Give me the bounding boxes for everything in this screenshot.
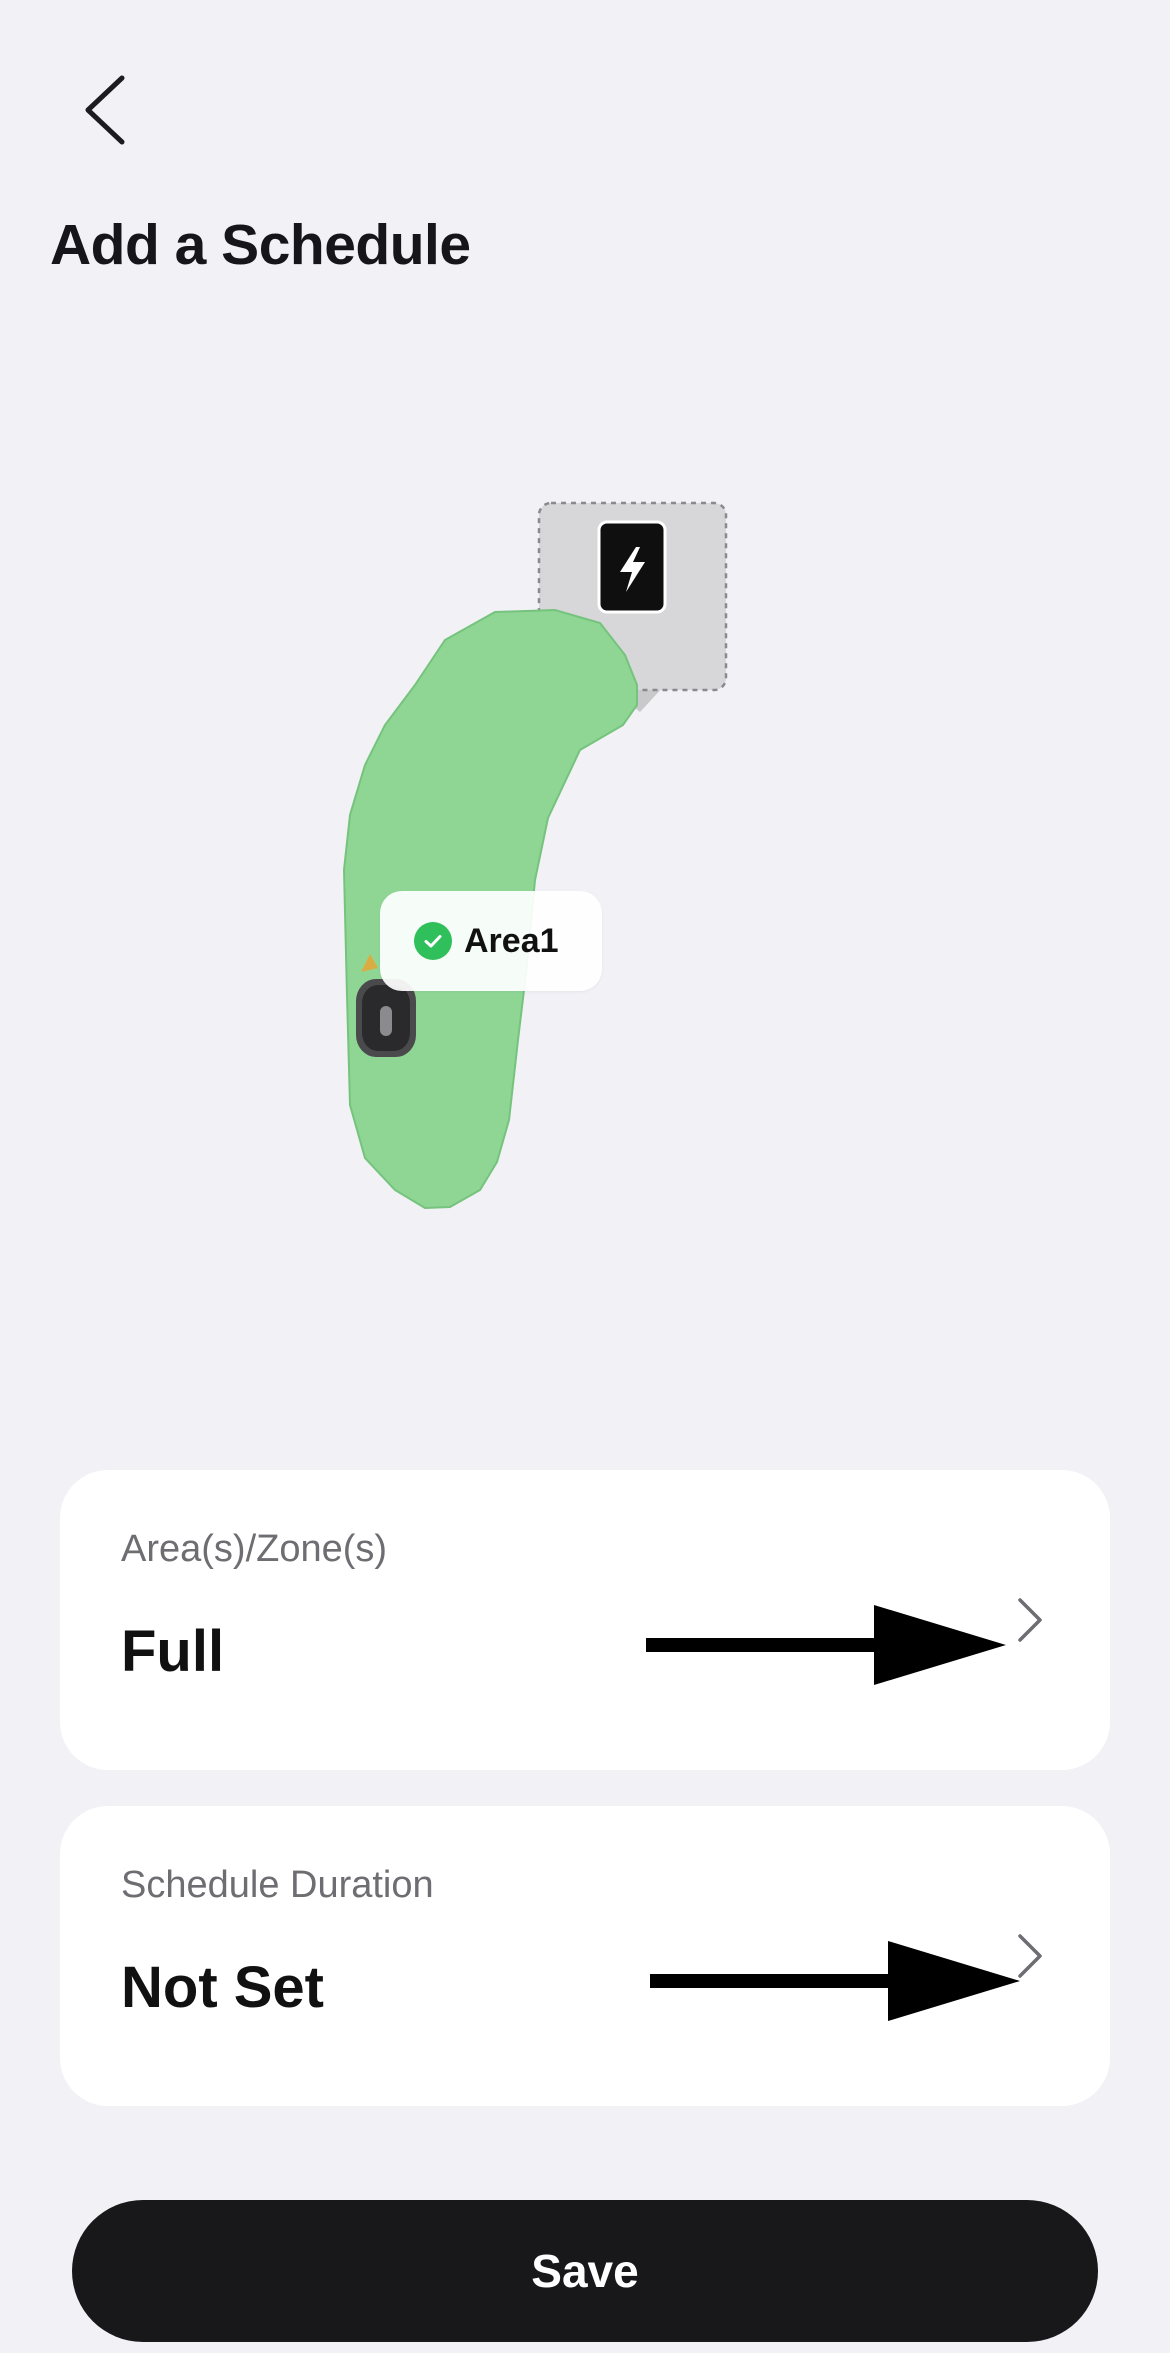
schedule-duration-value: Not Set (121, 1955, 324, 2020)
area-label-area1[interactable]: Area1 (380, 891, 602, 991)
arrow-annotation (646, 1605, 1006, 1685)
chevron-right-icon (1018, 1598, 1042, 1642)
page-title: Add a Schedule (50, 213, 471, 277)
area-zone-row[interactable]: Area(s)/Zone(s) Full (60, 1470, 1110, 1770)
chevron-left-icon (85, 75, 125, 145)
schedule-duration-label: Schedule Duration (121, 1864, 434, 1906)
schedule-duration-row[interactable]: Schedule Duration Not Set (60, 1806, 1110, 2106)
area-zone-label: Area(s)/Zone(s) (121, 1528, 388, 1570)
arrow-annotation (650, 1941, 1020, 2021)
check-circle-icon (414, 922, 452, 960)
save-button[interactable]: Save (72, 2200, 1098, 2342)
area-zone-value: Full (121, 1619, 225, 1684)
map-view[interactable]: Area1 (0, 440, 1170, 1340)
back-button[interactable] (72, 66, 142, 156)
chevron-right-icon (1018, 1934, 1042, 1978)
area-name: Area1 (464, 921, 559, 960)
lightning-bolt-icon (597, 520, 667, 614)
